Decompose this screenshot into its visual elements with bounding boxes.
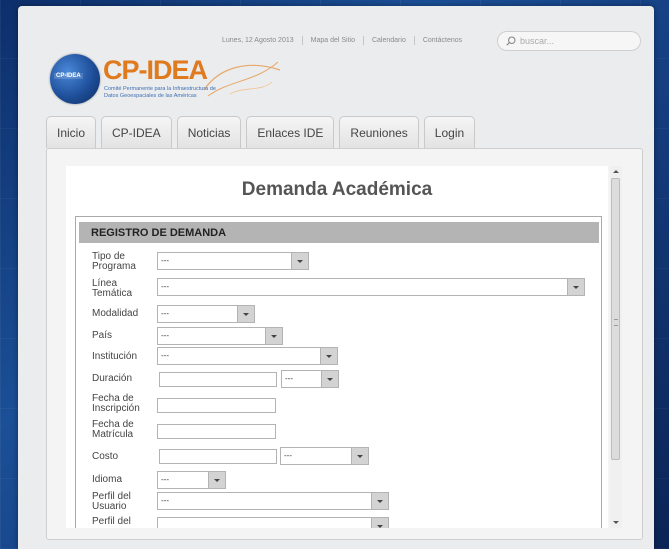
modalidad-select[interactable]: ---: [157, 305, 255, 323]
field-label: Perfil del: [92, 516, 131, 527]
tab-reuniones[interactable]: Reuniones: [339, 116, 419, 148]
chevron-down-icon: [371, 493, 388, 509]
chevron-down-icon: [291, 253, 308, 269]
tab-noticias[interactable]: Noticias: [176, 116, 242, 148]
idioma-select[interactable]: ---: [157, 471, 226, 489]
field-label: Línea Temática: [92, 278, 133, 299]
swoosh-icon: [203, 61, 281, 97]
vertical-scrollbar[interactable]: [610, 166, 622, 528]
perfil-usuario-select[interactable]: ---: [157, 492, 389, 510]
page-title: Demanda Académica: [241, 179, 433, 200]
field-label: País: [92, 330, 113, 341]
field-label: Institución: [92, 351, 138, 362]
fecha-matricula-input[interactable]: [157, 424, 276, 439]
logo-subtitle: Datos Geoespaciales de las Américas: [104, 93, 197, 99]
costo-currency-select[interactable]: ---: [280, 447, 369, 465]
field-label: Fecha de Inscripción: [92, 393, 140, 414]
divider: [362, 36, 364, 45]
chevron-down-icon: [320, 348, 337, 364]
date-text: Lunes, 12 Agosto 2013: [222, 37, 294, 44]
select-value: ---: [161, 496, 169, 505]
linea-tematica-select[interactable]: ---: [157, 278, 585, 296]
divider: [413, 36, 415, 45]
section-header: REGISTRO DE DEMANDA: [79, 222, 599, 243]
select-value: ---: [161, 351, 169, 360]
chevron-down-icon: [208, 472, 225, 488]
chevron-down-icon: [321, 371, 338, 387]
select-value: ---: [284, 451, 292, 460]
chevron-down-icon: [567, 279, 584, 295]
field-label: Tipo de Programa: [92, 251, 136, 272]
logo-title: CP-IDEA: [103, 55, 208, 85]
field-label: Idioma: [92, 474, 123, 485]
contact-link[interactable]: Contáctenos: [423, 37, 462, 44]
duracion-unit-select[interactable]: ---: [281, 370, 339, 388]
field-label: Duración: [92, 373, 133, 384]
search-box[interactable]: [497, 31, 641, 51]
scrollbar-thumb[interactable]: [611, 178, 620, 460]
search-input[interactable]: [516, 36, 630, 46]
select-value: ---: [285, 374, 293, 383]
chevron-down-icon: [237, 306, 254, 322]
select-value: ---: [161, 309, 169, 318]
tipo-programa-select[interactable]: ---: [157, 252, 309, 270]
chevron-down-icon: [371, 518, 388, 528]
institucion-select[interactable]: ---: [157, 347, 338, 365]
chevron-down-icon: [265, 328, 282, 344]
globe-icon: CP-IDEA: [50, 54, 100, 104]
tab-enlaces-ide[interactable]: Enlaces IDE: [246, 116, 335, 148]
tab-login[interactable]: Login: [423, 116, 476, 148]
top-nav: Lunes, 12 Agosto 2013 Mapa del Sitio Cal…: [222, 36, 462, 45]
select-value: ---: [161, 475, 169, 484]
select-value: ---: [161, 331, 169, 340]
form-frame: Demanda Académica REGISTRO DE DEMANDA Ti…: [66, 166, 608, 528]
pais-select[interactable]: ---: [157, 327, 283, 345]
chevron-down-icon: [351, 448, 368, 464]
search-icon: [506, 36, 516, 46]
tab-cp-idea[interactable]: CP-IDEA: [101, 116, 172, 148]
field-label: Modalidad: [92, 308, 139, 319]
grip-icon: [614, 319, 618, 326]
field-label: Fecha de Matrícula: [92, 419, 134, 440]
perfil-select[interactable]: [157, 517, 389, 528]
select-value: ---: [161, 256, 169, 265]
field-label: Perfil del Usuario: [92, 491, 131, 512]
logo-subtitle: Comité Permanente para la Infraestructur…: [104, 86, 216, 92]
divider: [301, 36, 303, 45]
field-label: Costo: [92, 451, 119, 462]
globe-label: CP-IDEA: [54, 73, 83, 79]
sitemap-link[interactable]: Mapa del Sitio: [311, 37, 355, 44]
tab-inicio[interactable]: Inicio: [46, 116, 97, 148]
duracion-input[interactable]: [159, 372, 277, 387]
fecha-inscripcion-input[interactable]: [157, 398, 276, 413]
scroll-down-icon[interactable]: [613, 521, 619, 524]
main-nav-tabs: Inicio CP-IDEA Noticias Enlaces IDE Reun…: [46, 116, 480, 148]
select-value: ---: [161, 282, 169, 291]
costo-input[interactable]: [159, 449, 277, 464]
scroll-up-icon[interactable]: [613, 170, 619, 173]
calendar-link[interactable]: Calendario: [372, 37, 406, 44]
